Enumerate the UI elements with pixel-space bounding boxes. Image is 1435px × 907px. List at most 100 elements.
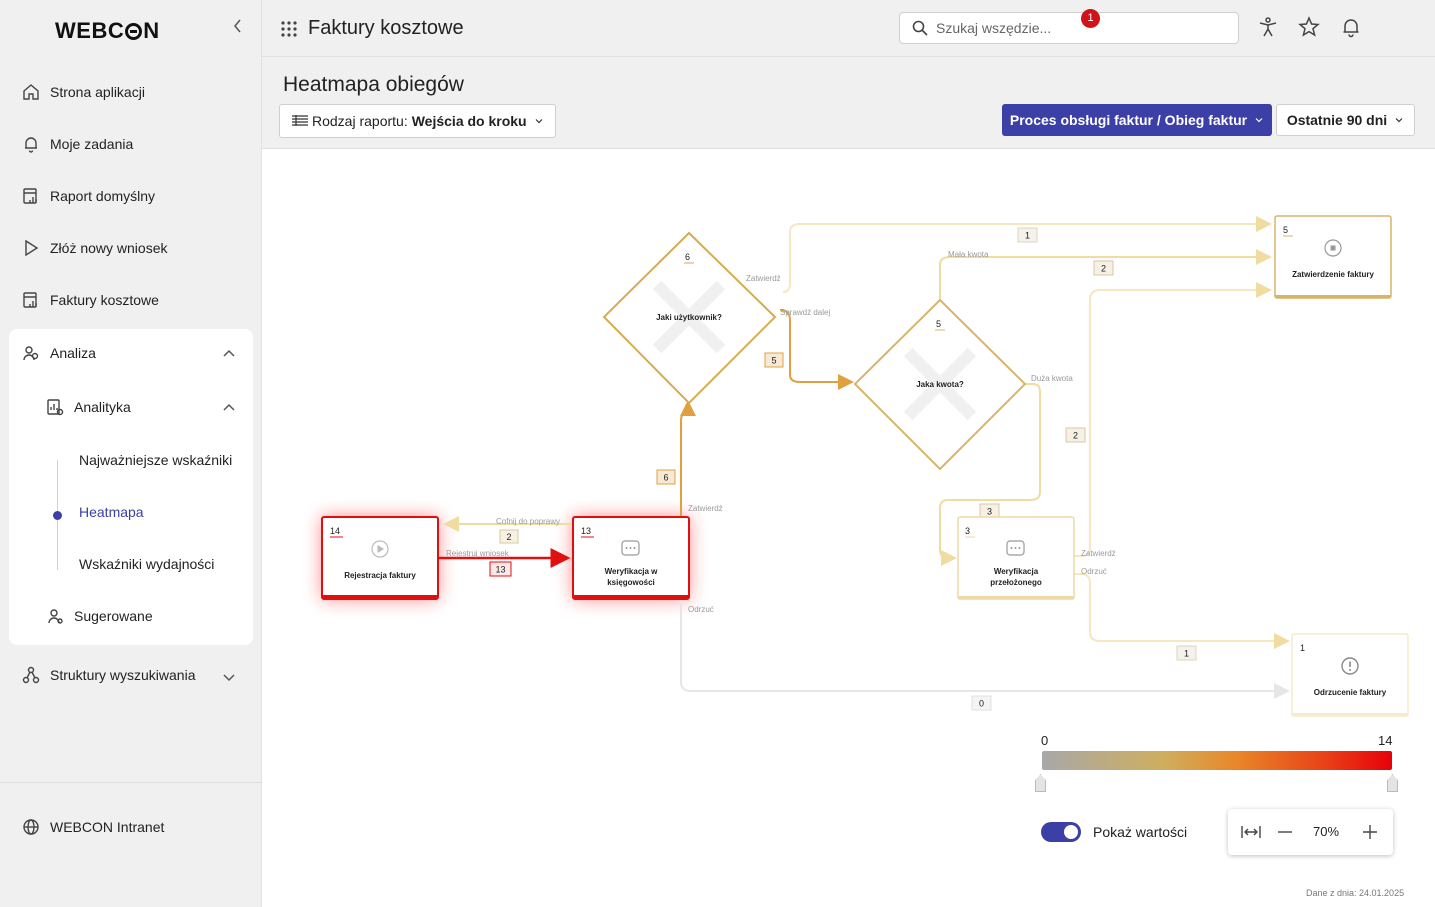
path-label-odrzuc: Odrzuć [688,605,714,614]
user-suggest-icon [46,607,64,625]
edge-count-badge: 2 [1093,260,1114,276]
svg-text:2: 2 [1073,431,1078,441]
chevron-down-icon [535,119,543,124]
accessibility-icon[interactable] [1257,16,1281,40]
node-weryfikacja-przelozonego[interactable]: 3 Weryfikacja przełożonego [957,516,1075,600]
period-dropdown[interactable]: Ostatnie 90 dni [1276,104,1415,136]
chevron-left-icon [234,19,241,33]
minus-icon [1278,831,1292,833]
sidebar-item-najwazniejsze-wskazniki[interactable]: Najważniejsze wskaźniki [79,452,232,468]
search-icon [912,20,928,36]
node-zatwierdzenie-faktury[interactable]: 5 Zatwierdzenie faktury [1274,215,1392,299]
path-label-odrzuc: Odrzuć [1081,567,1107,576]
sidebar-item-heatmapa[interactable]: Heatmapa [79,504,144,520]
svg-text:6: 6 [663,473,668,483]
sidebar-item-moje-zadania[interactable]: Moje zadania [22,130,133,158]
svg-text:5: 5 [1283,225,1288,235]
show-values-toggle[interactable] [1041,822,1081,842]
svg-text:5: 5 [771,356,776,366]
sidebar-item-zloz-nowy-wniosek[interactable]: Złóż nowy wniosek [22,234,168,262]
edge-przel-odrzuc[interactable] [1074,573,1290,649]
svg-text:14: 14 [330,526,340,536]
svg-text:Zatwierdzenie faktury: Zatwierdzenie faktury [1292,270,1374,279]
sidebar-item-sugerowane[interactable]: Sugerowane [46,602,153,630]
node-jaka-kwota[interactable]: 5 Jaka kwota? [853,298,1027,471]
home-icon [22,83,40,101]
node-odrzucenie-faktury[interactable]: 1 Odrzucenie faktury [1291,633,1409,717]
edge-ver-to-user[interactable] [680,400,696,517]
notifications-bell-icon[interactable] [1340,16,1364,40]
path-label-zatwierdz: Zatwierdź [688,504,723,513]
path-label-rejestruj: Rejestruj wniosek [446,549,510,558]
sidebar-item-faktury-kosztowe[interactable]: Faktury kosztowe [22,286,159,314]
svg-text:3: 3 [965,526,970,536]
report-icon [22,291,40,309]
bell-icon [22,135,40,153]
structure-icon [22,666,40,684]
chevron-down-icon[interactable] [223,670,235,682]
sidebar-item-analiza[interactable]: Analiza [22,339,96,367]
path-label-zatwierdz: Zatwierdź [1081,549,1116,558]
edge-przel-zatw[interactable] [1074,282,1272,557]
svg-text:13: 13 [581,526,591,536]
svg-text:1: 1 [1300,643,1305,653]
chevron-up-icon[interactable] [223,401,235,413]
svg-text:księgowości: księgowości [607,578,655,587]
svg-text:Jaki użytkownik?: Jaki użytkownik? [656,313,722,322]
sidebar-item-strona-aplikacji[interactable]: Strona aplikacji [22,78,145,106]
active-indicator [53,511,62,520]
edge-ver-odrzuc[interactable] [680,599,1290,699]
svg-text:Weryfikacja: Weryfikacja [994,567,1039,576]
report-type-label: Rodzaj raportu: [312,113,408,129]
svg-text:5: 5 [936,319,941,329]
page-header: Heatmapa obiegów Rodzaj raportu: Wejścia… [262,57,1435,149]
svg-text:3: 3 [987,507,992,517]
apps-grid-icon[interactable] [280,20,298,38]
heat-legend-bar [1042,751,1392,770]
list-icon [292,115,308,126]
chevron-up-icon[interactable] [223,347,235,359]
sidebar-item-raport-domyslny[interactable]: Raport domyślny [22,182,155,210]
sidebar-item-label: Moje zadania [50,136,134,152]
page-title: Heatmapa obiegów [283,73,464,96]
sidebar-item-label: Analiza [50,345,96,361]
fit-width-icon[interactable] [1240,821,1262,843]
edge-count-badge: 5 [764,352,784,368]
zoom-in-button[interactable] [1359,821,1381,843]
sidebar-item-label: Raport domyślny [50,188,156,204]
sidebar: WEBC N Strona aplikacji Moje zadania Rapo… [0,0,262,907]
show-values-label: Pokaż wartości [1093,824,1188,840]
report-type-dropdown[interactable]: Rodzaj raportu: Wejścia do kroku [279,104,556,138]
node-weryfikacja-ksiegowosci[interactable]: 13 Weryfikacja w księgowości [572,516,690,600]
node-jaki-uzytkownik[interactable]: 6 Jaki użytkownik? [602,231,777,405]
divider [0,782,262,783]
svg-text:1: 1 [1184,649,1189,659]
sidebar-item-analityka[interactable]: Analityka [46,393,131,421]
svg-text:Jaka kwota?: Jaka kwota? [916,380,964,389]
notification-badge: 1 [1081,9,1100,28]
data-date: Dane z dnia: 24.01.2025 [1306,888,1405,898]
node-rejestracja-faktury[interactable]: 14 Rejestracja faktury [321,516,439,600]
svg-text:Weryfikacja w: Weryfikacja w [605,567,659,576]
webcon-logo: WEBC N [55,18,160,43]
star-icon[interactable] [1298,16,1322,40]
edge-count-badge: 6 [656,469,676,485]
process-dropdown[interactable]: Proces obsługi faktur / Obieg faktur [1002,104,1272,136]
legend-min: 0 [1041,733,1049,748]
svg-text:0: 0 [979,699,984,709]
period-label: Ostatnie 90 dni [1286,112,1388,128]
sidebar-item-webcon-intranet[interactable]: WEBCON Intranet [22,813,164,841]
collapse-sidebar-button[interactable] [232,19,248,39]
analytics-users-icon [22,344,40,362]
sidebar-item-wskazniki-wydajnosci[interactable]: Wskaźniki wydajności [79,556,214,572]
process-label: Proces obsługi faktur / Obieg faktur [1009,112,1248,128]
report-type-value: Wejścia do kroku [411,113,527,129]
edge-sprawdz[interactable] [779,309,854,390]
zoom-out-button[interactable] [1274,821,1296,843]
path-label-sprawdz: Sprawdź dalej [780,308,830,317]
svg-text:2: 2 [1101,264,1106,274]
global-search[interactable] [899,12,1239,44]
play-icon [22,239,40,257]
sidebar-item-label: WEBCON Intranet [50,819,165,835]
sidebar-item-struktury-wyszukiwania[interactable]: Struktury wyszukiwania [22,661,196,689]
